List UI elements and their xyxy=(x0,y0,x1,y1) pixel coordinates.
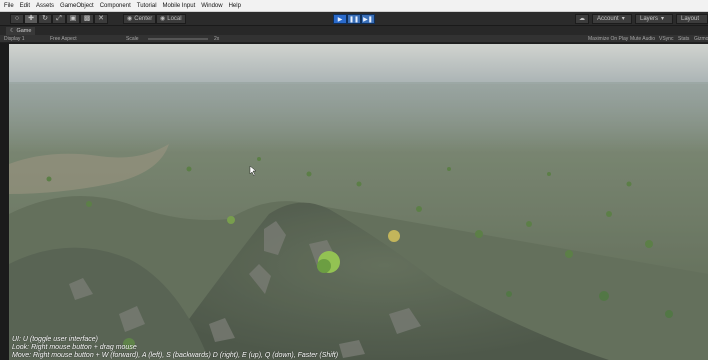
rotate-tool-icon[interactable]: ↻ xyxy=(38,14,52,24)
mute-audio-toggle[interactable]: Mute Audio xyxy=(630,35,655,43)
menu-mobile-input[interactable]: Mobile Input xyxy=(163,0,196,12)
aspect-dropdown[interactable]: Free Aspect xyxy=(50,35,77,43)
chevron-down-icon: ▾ xyxy=(621,16,625,22)
main-toolbar: ○ ✚ ↻ ⤢ ▣ ▩ ✕ ◉ Center ◉ Local ▶ ❚❚ ▶❚ ☁ A… xyxy=(0,12,708,26)
terrain-scene xyxy=(9,44,708,360)
help-line-ui: UI: U (toggle user interface) xyxy=(12,336,98,343)
menu-file[interactable]: File xyxy=(4,0,14,12)
custom-tool-icon[interactable]: ✕ xyxy=(94,14,108,24)
play-icon[interactable]: ▶ xyxy=(333,14,347,24)
atmosphere-veil xyxy=(9,84,708,360)
menu-tutorial[interactable]: Tutorial xyxy=(137,0,157,12)
scale-tool-icon[interactable]: ⤢ xyxy=(52,14,66,24)
pivot-label: Center xyxy=(134,16,153,22)
pivot-local-button[interactable]: ◉ Local xyxy=(156,14,186,24)
local-label: Local xyxy=(167,16,182,22)
menu-window[interactable]: Window xyxy=(201,0,222,12)
layout-dropdown[interactable]: Layout xyxy=(676,14,708,24)
step-icon[interactable]: ▶❚ xyxy=(361,14,375,24)
tab-game[interactable]: ☾ Game xyxy=(6,27,36,35)
help-line-move: Move: Right mouse button + W (forward), … xyxy=(12,352,339,359)
transform-tool-icon[interactable]: ▩ xyxy=(80,14,94,24)
help-line-look: Look: Right mouse button + drag mouse xyxy=(12,344,137,351)
move-tool-icon[interactable]: ✚ xyxy=(24,14,38,24)
scale-value: 2x xyxy=(214,36,220,42)
game-tab-label: Game xyxy=(16,28,32,34)
display-dropdown[interactable]: Display 1 xyxy=(4,35,25,43)
game-view-bar: Display 1 Free Aspect Scale 2x Maximize … xyxy=(0,35,708,43)
stats-toggle[interactable]: Stats xyxy=(678,35,689,43)
scale-slider[interactable] xyxy=(148,38,208,40)
pivot-center-button[interactable]: ◉ Center xyxy=(123,14,157,24)
local-icon: ◉ xyxy=(160,16,166,22)
rect-tool-icon[interactable]: ▣ xyxy=(66,14,80,24)
menu-edit[interactable]: Edit xyxy=(20,0,30,12)
sky xyxy=(9,44,708,84)
cloud-icon[interactable]: ☁ xyxy=(575,14,589,24)
maximize-on-play-toggle[interactable]: Maximize On Play xyxy=(588,35,628,43)
menu-component[interactable]: Component xyxy=(100,0,131,12)
play-controls: ▶ ❚❚ ▶❚ xyxy=(333,14,375,24)
account-dropdown[interactable]: Account ▾ xyxy=(592,14,632,24)
pivot-icon: ◉ xyxy=(127,16,133,22)
menu-gameobject[interactable]: GameObject xyxy=(60,0,94,12)
account-label: Account xyxy=(597,16,619,22)
gizmos-toggle[interactable]: Gizmos xyxy=(694,35,708,43)
vsync-toggle[interactable]: VSync xyxy=(659,35,673,43)
menu-assets[interactable]: Assets xyxy=(36,0,54,12)
scale-label: Scale xyxy=(126,36,139,42)
menu-help[interactable]: Help xyxy=(229,0,241,12)
layers-dropdown[interactable]: Layers ▾ xyxy=(635,14,673,24)
chevron-down-icon: ▾ xyxy=(661,16,665,22)
left-panel-edge xyxy=(0,43,9,360)
transform-tools: ○ ✚ ↻ ⤢ ▣ ▩ ✕ xyxy=(10,14,108,24)
layers-label: Layers xyxy=(640,16,659,22)
hand-tool-icon[interactable]: ○ xyxy=(10,14,24,24)
tab-bar: ☾ Game xyxy=(0,26,708,35)
pause-icon[interactable]: ❚❚ xyxy=(347,14,361,24)
layout-label: Layout xyxy=(681,16,700,22)
menu-bar: File Edit Assets GameObject Component Tu… xyxy=(0,0,708,12)
game-viewport[interactable] xyxy=(9,44,708,360)
